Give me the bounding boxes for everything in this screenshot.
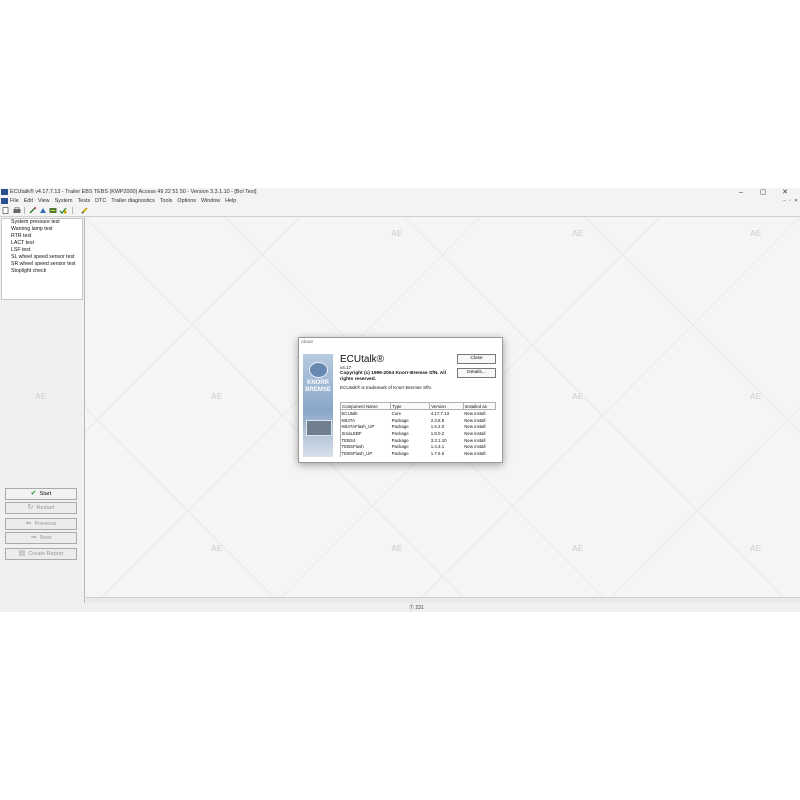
printer-icon[interactable]	[13, 207, 21, 214]
toolbar	[0, 205, 800, 217]
mdi-minimize-button[interactable]: –	[783, 197, 786, 205]
brand-line-2: BREMSE	[305, 387, 331, 393]
toolbar-separator	[24, 207, 25, 214]
start-label: Start	[39, 491, 52, 497]
about-dialog: About KNORR BREMSE ECUtalk® v4.17 Copyri…	[298, 337, 503, 463]
copyright-text: Copyright (c) 1999-2004 Knorr-Bremse SfN…	[340, 371, 446, 382]
menu-system[interactable]: System	[55, 197, 73, 205]
next-label: Next	[39, 535, 52, 541]
list-item[interactable]: Warning lamp test	[2, 226, 82, 233]
knorr-bremse-logo	[309, 362, 328, 378]
minimize-button[interactable]: –	[730, 188, 752, 197]
document-icon[interactable]	[1, 198, 8, 204]
menu-help[interactable]: Help	[225, 197, 236, 205]
previous-button[interactable]: ⇐ Previous	[5, 518, 77, 530]
window-title: ECUtalk® v4.17.7.13 - Trailer EBS TEBS (…	[10, 189, 257, 195]
mdi-close-button[interactable]: ✕	[794, 197, 798, 205]
menu-tests[interactable]: Tests	[78, 197, 91, 205]
app-version: v4.17	[340, 365, 352, 370]
knorr-bremse-banner: KNORR BREMSE	[303, 354, 333, 457]
list-item[interactable]: SR wheel speed sensor test	[2, 261, 82, 268]
table-border	[340, 407, 497, 457]
create-report-button[interactable]: ▤ Create Report	[5, 548, 77, 560]
list-item[interactable]: RTR test	[2, 233, 82, 240]
check-icon[interactable]	[59, 207, 67, 214]
restart-label: Restart	[36, 505, 55, 511]
restart-button[interactable]: ↻ Restart	[5, 502, 77, 514]
gauge-icon[interactable]	[39, 207, 46, 214]
list-item[interactable]: LSF test	[2, 247, 82, 254]
maximize-button[interactable]: ▢	[752, 188, 774, 197]
menu-dtc[interactable]: DTC	[95, 197, 106, 205]
restart-icon: ↻	[27, 504, 34, 511]
watermark: AE	[35, 392, 47, 401]
menu-window[interactable]: Window	[201, 197, 220, 205]
menu-tools[interactable]: Tools	[160, 197, 173, 205]
menu-bar: File Edit View System Tests DTC Trailer …	[0, 197, 800, 205]
dialog-title: About	[301, 339, 313, 344]
title-bar: ECUtalk® v4.17.7.13 - Trailer EBS TEBS (…	[0, 188, 800, 197]
close-button[interactable]: Close	[457, 354, 496, 364]
arrow-right-icon: ⇒	[30, 534, 37, 541]
menu-options[interactable]: Options	[177, 197, 196, 205]
close-window-button[interactable]: ✕	[774, 188, 796, 197]
next-button[interactable]: ⇒ Next	[5, 532, 77, 544]
app-name: ECUtalk®	[340, 354, 385, 365]
mdi-restore-button[interactable]: ▫	[789, 197, 791, 205]
window-controls: – ▢ ✕	[730, 188, 796, 197]
brand-line-1: KNORR	[307, 380, 329, 386]
mdi-controls: – ▫ ✕	[783, 197, 798, 205]
menu-items: File Edit View System Tests DTC Trailer …	[10, 197, 236, 205]
start-button[interactable]: ✔ Start	[5, 488, 77, 500]
test-list[interactable]: System pressure test Warning lamp test R…	[1, 218, 83, 300]
connect-icon[interactable]	[49, 207, 57, 214]
arrow-left-icon: ⇐	[25, 520, 32, 527]
list-item[interactable]: LACT test	[2, 240, 82, 247]
list-item[interactable]: Stoplight check	[2, 268, 82, 275]
toolbar-separator	[72, 207, 73, 214]
details-button[interactable]: Details...	[457, 368, 496, 378]
status-bar: Ⓣ 231	[0, 603, 800, 612]
menu-edit[interactable]: Edit	[24, 197, 33, 205]
menu-file[interactable]: File	[10, 197, 19, 205]
create-report-label: Create Report	[28, 551, 64, 557]
list-item[interactable]: System pressure test	[2, 219, 82, 226]
probe-icon[interactable]	[29, 207, 37, 214]
menu-view[interactable]: View	[38, 197, 50, 205]
menu-trailer-diagnostics[interactable]: Trailer diagnostics	[111, 197, 155, 205]
list-item[interactable]: SL wheel speed sensor test	[2, 254, 82, 261]
brand-text: KNORR BREMSE	[304, 380, 332, 394]
checkmark-icon: ✔	[30, 490, 37, 497]
test-panel: System pressure test Warning lamp test R…	[0, 217, 85, 603]
new-document-icon[interactable]	[2, 207, 9, 214]
trademark-text: ECUtalk® is trademark of Knorr-Bremse Sf…	[340, 385, 432, 390]
report-icon: ▤	[18, 550, 26, 557]
status-text: Ⓣ 231	[409, 605, 424, 611]
previous-label: Previous	[34, 521, 57, 527]
app-icon	[1, 189, 8, 195]
pencil-icon[interactable]	[81, 207, 88, 214]
truck-image	[306, 420, 332, 436]
